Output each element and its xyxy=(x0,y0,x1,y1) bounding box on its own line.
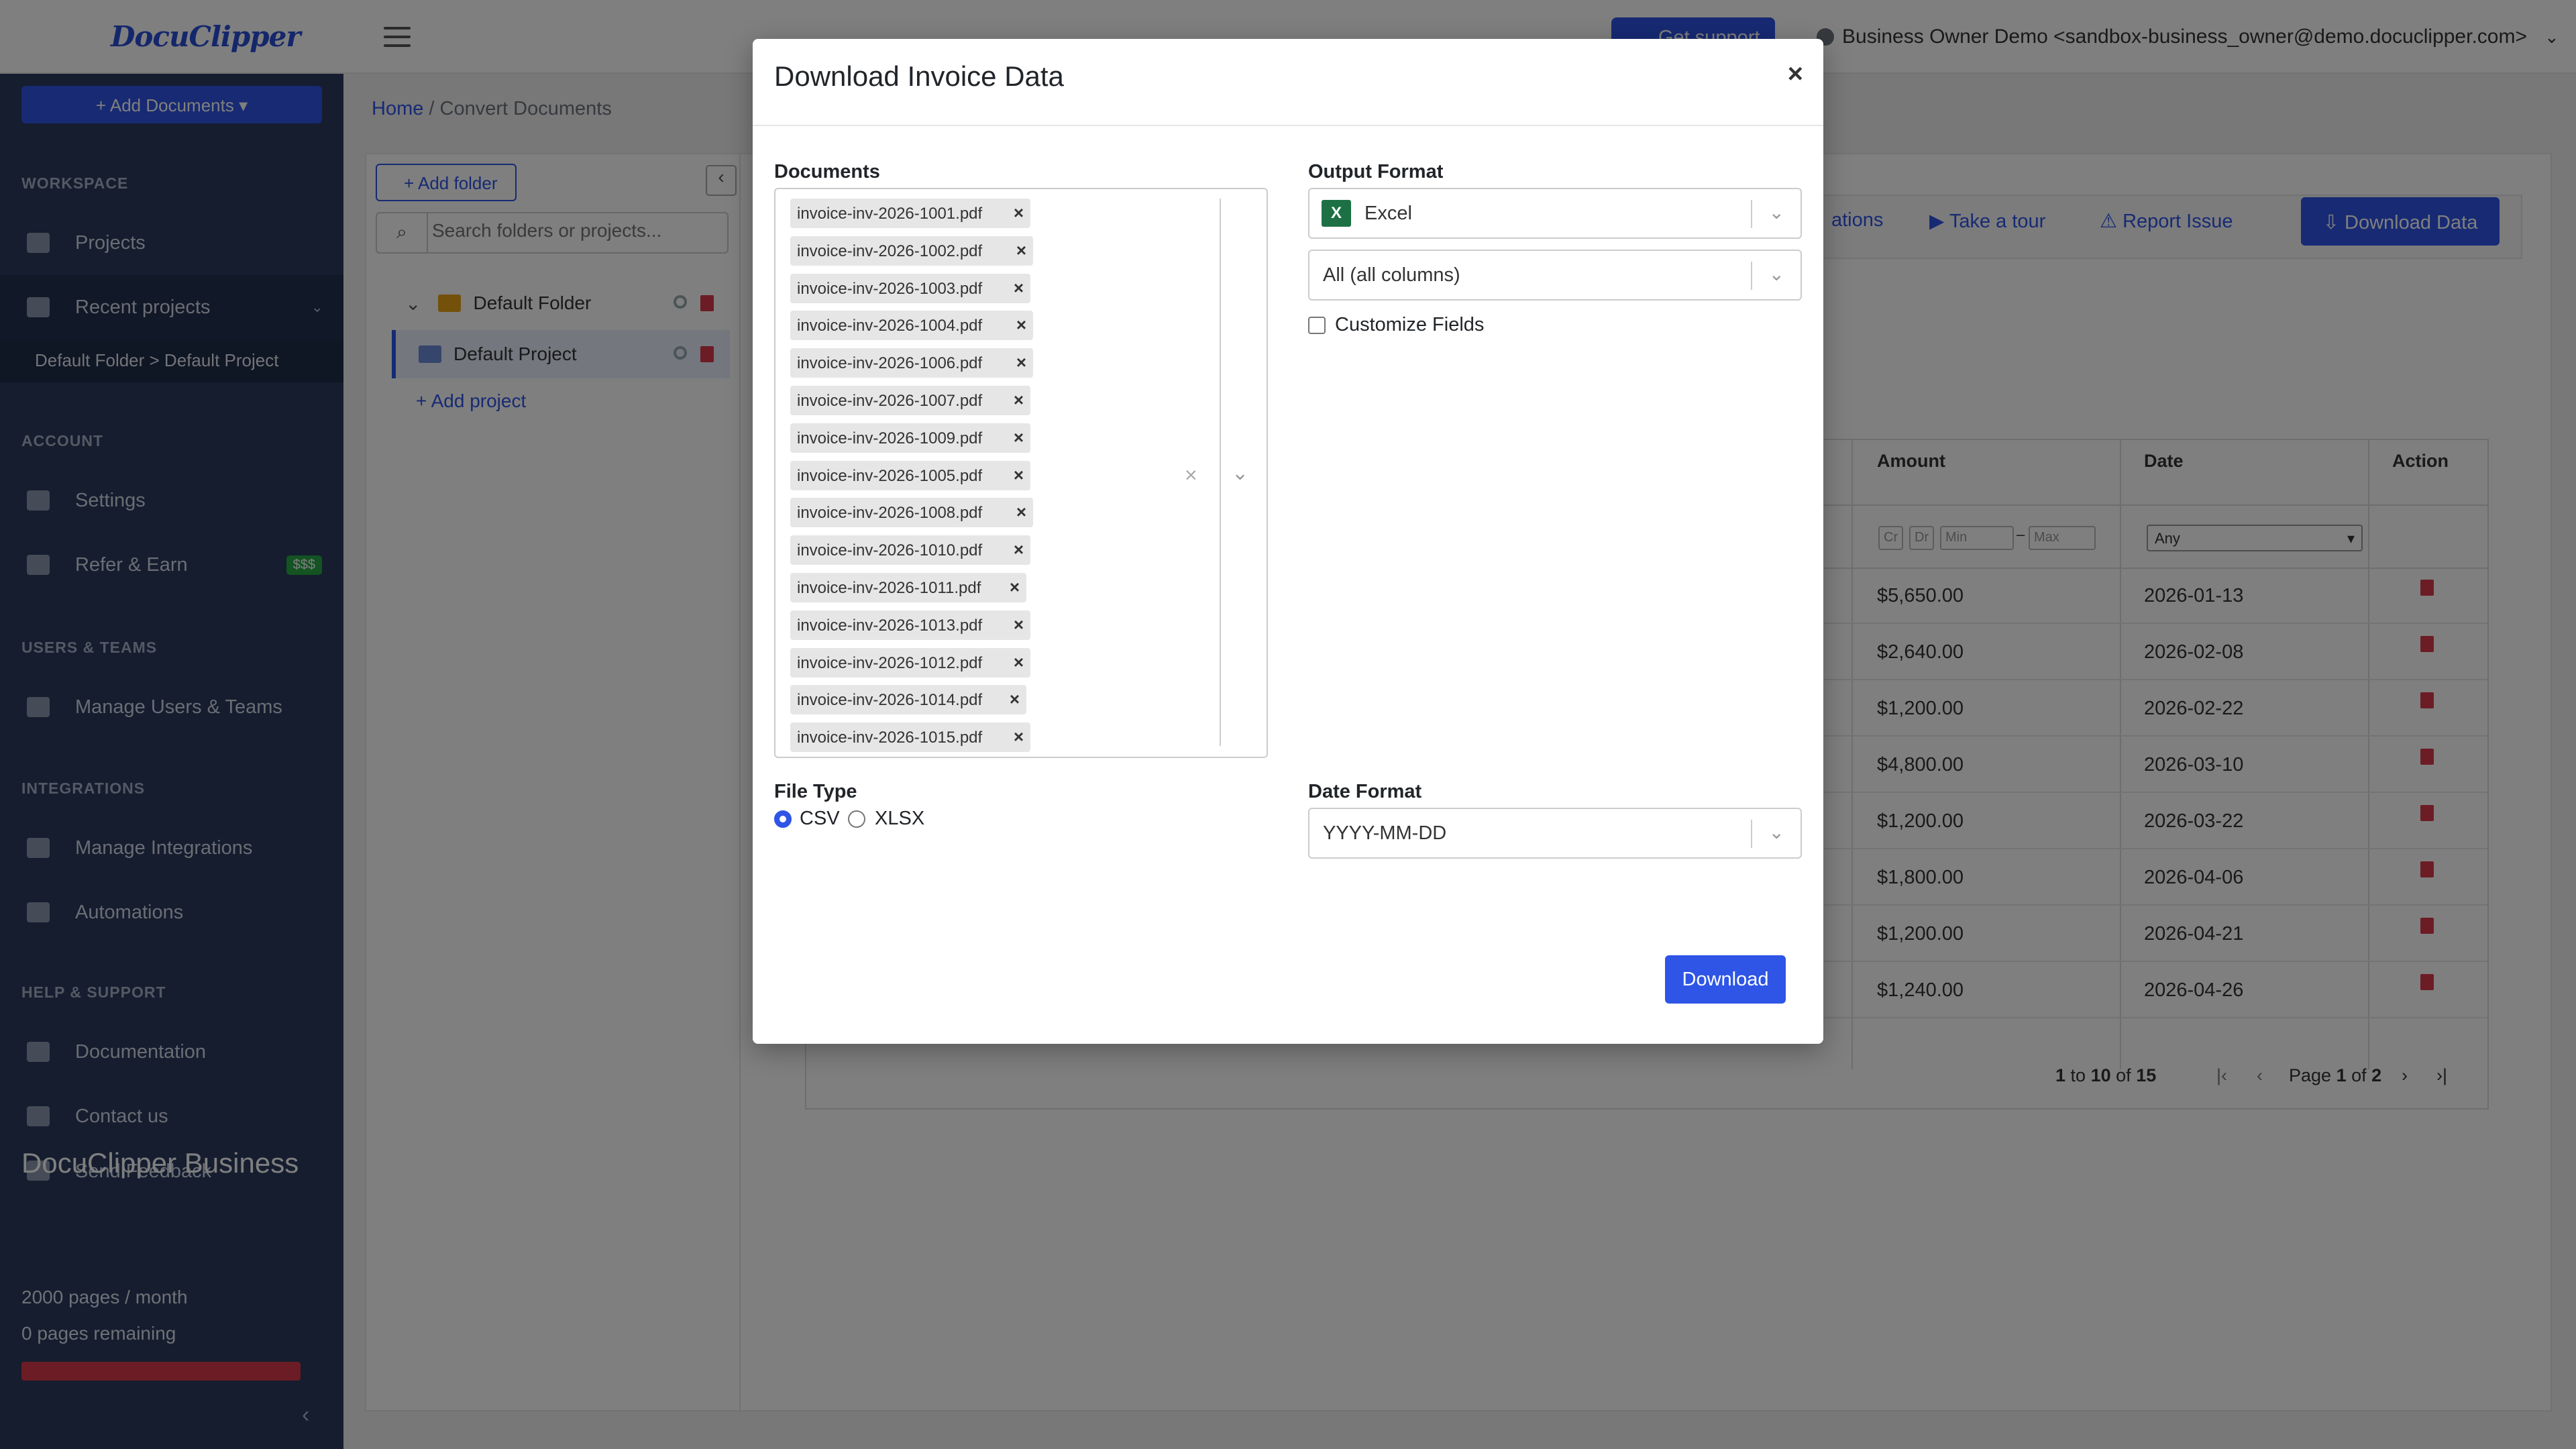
remove-tag-icon[interactable]: × xyxy=(1014,278,1024,299)
remove-tag-icon[interactable]: × xyxy=(1010,689,1020,710)
document-tag: invoice-inv-2026-1010.pdf × xyxy=(790,535,1030,566)
chevron-down-icon[interactable]: ⌄ xyxy=(1232,462,1248,485)
document-tag: invoice-inv-2026-1002.pdf × xyxy=(790,235,1033,266)
xlsx-radio[interactable] xyxy=(848,810,865,828)
modal-title: Download Invoice Data xyxy=(774,60,1064,92)
remove-tag-icon[interactable]: × xyxy=(1014,427,1024,448)
date-format-select[interactable]: YYYY-MM-DD ⌄ xyxy=(1308,808,1802,859)
document-tag: invoice-inv-2026-1007.pdf × xyxy=(790,386,1030,415)
document-tag: invoice-inv-2026-1013.pdf × xyxy=(790,610,1030,640)
document-tag: invoice-inv-2026-1004.pdf × xyxy=(790,311,1033,341)
remove-tag-icon[interactable]: × xyxy=(1014,652,1024,673)
xlsx-label: XLSX xyxy=(875,808,925,829)
document-tag: invoice-inv-2026-1008.pdf × xyxy=(790,498,1033,528)
remove-tag-icon[interactable]: × xyxy=(1010,577,1020,598)
remove-tag-icon[interactable]: × xyxy=(1014,203,1024,223)
document-tag: invoice-inv-2026-1006.pdf × xyxy=(790,348,1033,378)
csv-radio[interactable] xyxy=(774,810,792,828)
csv-label: CSV xyxy=(800,808,840,829)
document-tag: invoice-inv-2026-1003.pdf × xyxy=(790,273,1030,303)
remove-tag-icon[interactable]: × xyxy=(1016,240,1026,261)
download-button[interactable]: Download xyxy=(1665,955,1786,1004)
document-tag: invoice-inv-2026-1009.pdf × xyxy=(790,423,1030,453)
excel-icon: X xyxy=(1322,200,1351,227)
columns-select[interactable]: All (all columns) ⌄ xyxy=(1308,250,1802,301)
download-invoice-modal: Download Invoice Data × Documents invoic… xyxy=(753,39,1823,1044)
clear-all-icon[interactable]: × xyxy=(1185,463,1197,488)
remove-tag-icon[interactable]: × xyxy=(1016,352,1026,373)
documents-multiselect[interactable]: invoice-inv-2026-1001.pdf × invoice-inv-20… xyxy=(774,188,1268,758)
chevron-down-icon: ⌄ xyxy=(1768,264,1784,284)
chevron-down-icon: ⌄ xyxy=(1768,202,1784,223)
document-tag: invoice-inv-2026-1001.pdf × xyxy=(790,199,1030,228)
file-type-label: File Type xyxy=(774,781,857,802)
output-format-label: Output Format xyxy=(1308,161,1444,182)
close-icon[interactable]: × xyxy=(1788,59,1803,89)
remove-tag-icon[interactable]: × xyxy=(1016,502,1026,523)
document-tag: invoice-inv-2026-1011.pdf × xyxy=(790,573,1026,602)
output-format-select[interactable]: X Excel ⌄ xyxy=(1308,188,1802,239)
document-tag: invoice-inv-2026-1014.pdf × xyxy=(790,685,1026,715)
customize-fields-checkbox[interactable] xyxy=(1308,317,1326,334)
remove-tag-icon[interactable]: × xyxy=(1016,315,1026,335)
documents-label: Documents xyxy=(774,161,880,182)
remove-tag-icon[interactable]: × xyxy=(1014,539,1024,560)
modal-header: Download Invoice Data × xyxy=(753,39,1823,126)
chevron-down-icon: ⌄ xyxy=(1768,822,1784,843)
remove-tag-icon[interactable]: × xyxy=(1014,465,1024,486)
remove-tag-icon[interactable]: × xyxy=(1014,614,1024,635)
remove-tag-icon[interactable]: × xyxy=(1014,727,1024,747)
document-tag: invoice-inv-2026-1015.pdf × xyxy=(790,722,1030,753)
remove-tag-icon[interactable]: × xyxy=(1014,390,1024,411)
date-format-label: Date Format xyxy=(1308,781,1422,802)
customize-fields-label: Customize Fields xyxy=(1335,314,1485,335)
document-tag: invoice-inv-2026-1005.pdf × xyxy=(790,460,1030,490)
document-tag: invoice-inv-2026-1012.pdf × xyxy=(790,647,1030,678)
